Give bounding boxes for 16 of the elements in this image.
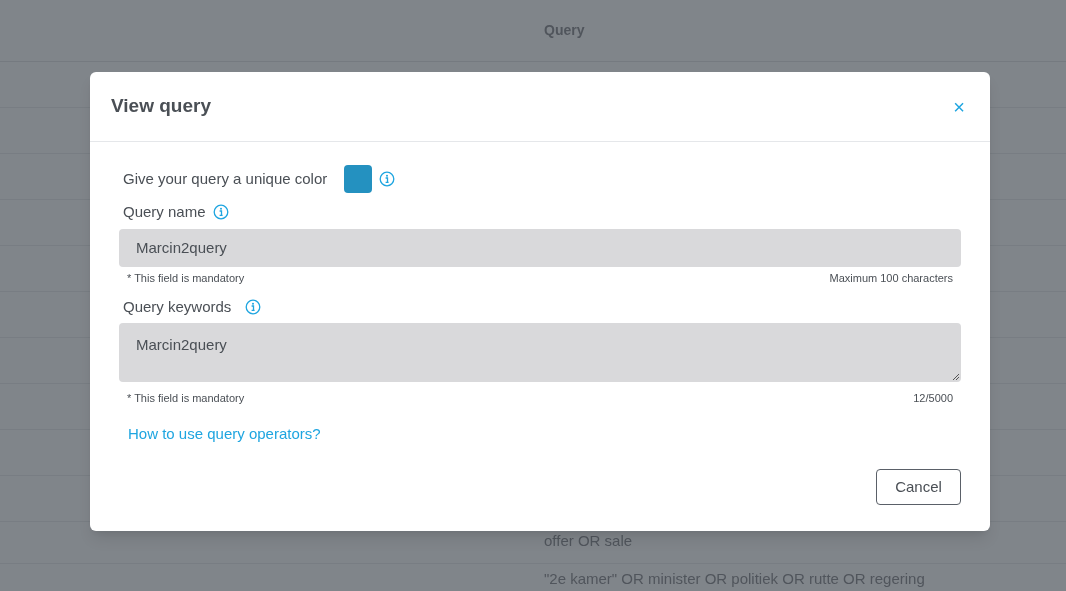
- info-icon[interactable]: [245, 299, 262, 315]
- text-area[interactable]: Marcin2query: [119, 323, 961, 382]
- color-swatch[interactable]: [344, 165, 373, 193]
- field-label: Query keywords: [123, 296, 232, 317]
- input-field[interactable]: Marcin2query: [119, 229, 961, 267]
- field-label: Query name: [123, 201, 206, 222]
- info-icon[interactable]: [212, 204, 229, 220]
- color-label: Give your query a unique color: [123, 168, 328, 189]
- dialog-title: View query: [111, 94, 211, 119]
- hint-text: * This field is mandatory: [127, 390, 245, 406]
- hint-text: * This field is mandatory: [127, 270, 245, 286]
- limit-text: Maximum 100 characters: [829, 270, 953, 286]
- character-count: 12/5000: [913, 390, 953, 406]
- info-icon[interactable]: [379, 171, 396, 187]
- cancel-button[interactable]: Cancel: [876, 469, 961, 505]
- resize-handle-icon[interactable]: [952, 373, 959, 380]
